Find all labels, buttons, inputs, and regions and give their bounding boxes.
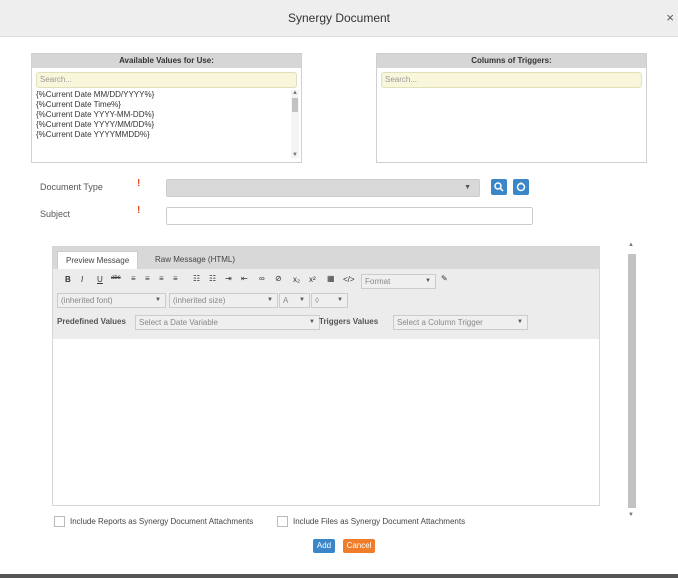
include-files-label: Include Files as Synergy Document Attach… <box>293 517 466 526</box>
tab-raw-message[interactable]: Raw Message (HTML) <box>147 251 243 269</box>
chevron-down-icon: ▼ <box>337 297 343 303</box>
triggers-values-placeholder: Select a Column Trigger <box>397 318 483 327</box>
columns-of-triggers-search-input[interactable]: Search... <box>381 72 642 88</box>
close-icon[interactable]: × <box>666 10 674 25</box>
font-size-select-label: (inherited size) <box>173 296 226 305</box>
align-justify-icon[interactable]: ≡ <box>173 274 178 283</box>
format-select[interactable]: Format ▼ <box>361 274 436 289</box>
document-type-label: Document Type <box>40 182 103 192</box>
list-item[interactable]: {%Current Date YYYYMMDD%} <box>36 130 289 140</box>
search-icon <box>494 182 504 192</box>
add-button[interactable]: Add <box>313 539 335 553</box>
align-right-icon[interactable]: ≡ <box>159 274 164 283</box>
list-item[interactable]: {%Current Date Time%} <box>36 100 289 110</box>
scroll-down-icon[interactable]: ▼ <box>628 512 634 518</box>
font-size-select[interactable]: (inherited size) ▼ <box>169 293 278 308</box>
font-family-select[interactable]: (inherited font) ▼ <box>57 293 166 308</box>
title-bar: Synergy Document × <box>0 0 678 37</box>
editor-content-area[interactable] <box>53 339 599 505</box>
font-color-label: A <box>283 296 289 305</box>
editor-tabs: Preview Message Raw Message (HTML) <box>53 247 599 270</box>
clear-formatting-icon[interactable]: ✎ <box>441 274 448 283</box>
predefined-values-placeholder: Select a Date Variable <box>139 318 219 327</box>
required-icon: ! <box>137 205 141 216</box>
editor-toolbar: B I U abc ≡ ≡ ≡ ≡ ☷ ☷ ⇥ ⇤ ∞ ⊘ x₂ x² ▦ </… <box>53 269 599 339</box>
link-icon[interactable]: ∞ <box>259 274 265 283</box>
chevron-down-icon: ▼ <box>464 184 471 191</box>
bold-button[interactable]: B <box>65 275 71 284</box>
background-color-select[interactable]: ◊ ▼ <box>311 293 348 308</box>
available-values-list: {%Current Date MM/DD/YYYY%} {%Current Da… <box>36 90 289 158</box>
scroll-thumb[interactable] <box>292 98 298 112</box>
predefined-values-label: Predefined Values <box>57 317 126 326</box>
align-left-icon[interactable]: ≡ <box>131 274 136 283</box>
font-color-select[interactable]: A ▼ <box>279 293 310 308</box>
font-family-select-label: (inherited font) <box>61 296 113 305</box>
chevron-down-icon: ▼ <box>267 297 273 303</box>
document-type-select[interactable]: ▼ <box>166 179 480 197</box>
chevron-down-icon: ▼ <box>517 319 523 325</box>
refresh-icon <box>516 182 526 192</box>
search-button[interactable] <box>491 179 507 195</box>
subject-input[interactable] <box>166 207 533 225</box>
subscript-button[interactable]: x₂ <box>293 275 300 284</box>
message-editor: Preview Message Raw Message (HTML) B I U… <box>52 246 600 506</box>
html-source-button[interactable]: </> <box>343 275 355 284</box>
required-icon: ! <box>137 178 141 189</box>
scroll-down-icon[interactable]: ▼ <box>292 152 298 158</box>
include-reports-checkbox[interactable] <box>54 516 65 527</box>
list-item[interactable]: {%Current Date YYYY/MM/DD%} <box>36 120 289 130</box>
content-scrollbar[interactable]: ▲ ▼ <box>626 242 636 526</box>
italic-button[interactable]: I <box>81 275 83 284</box>
indent-icon[interactable]: ⇥ <box>225 274 232 283</box>
scroll-up-icon[interactable]: ▲ <box>292 90 298 96</box>
scroll-thumb[interactable] <box>628 254 636 508</box>
triggers-values-label: Triggers Values <box>319 317 379 326</box>
available-values-panel: Available Values for Use: Search... {%Cu… <box>31 53 302 163</box>
superscript-button[interactable]: x² <box>309 275 316 284</box>
columns-of-triggers-panel: Columns of Triggers: Search... <box>376 53 647 163</box>
paint-bucket-icon: ◊ <box>315 296 319 305</box>
align-center-icon[interactable]: ≡ <box>145 274 150 283</box>
bulleted-list-icon[interactable]: ☷ <box>193 274 200 283</box>
chevron-down-icon: ▼ <box>299 297 305 303</box>
unlink-icon[interactable]: ⊘ <box>275 274 282 283</box>
chevron-down-icon: ▼ <box>155 297 161 303</box>
predefined-values-select[interactable]: Select a Date Variable ▼ <box>135 315 320 330</box>
format-select-label: Format <box>365 277 391 286</box>
outdent-icon[interactable]: ⇤ <box>241 274 248 283</box>
available-values-scrollbar[interactable]: ▲ ▼ <box>291 90 299 158</box>
table-icon[interactable]: ▦ <box>327 274 335 283</box>
strikethrough-button[interactable]: abc <box>111 275 121 281</box>
chevron-down-icon: ▼ <box>425 278 431 284</box>
columns-of-triggers-header: Columns of Triggers: <box>377 54 646 68</box>
window-title: Synergy Document <box>287 11 391 25</box>
available-values-search-input[interactable]: Search... <box>36 72 297 88</box>
tab-preview-message[interactable]: Preview Message <box>57 251 139 270</box>
subject-label: Subject <box>40 209 71 219</box>
triggers-values-select[interactable]: Select a Column Trigger ▼ <box>393 315 528 330</box>
include-files-checkbox[interactable] <box>277 516 288 527</box>
cancel-button[interactable]: Cancel <box>343 539 375 553</box>
underline-button[interactable]: U <box>97 275 103 284</box>
refresh-button[interactable] <box>513 179 529 195</box>
scroll-up-icon[interactable]: ▲ <box>628 242 634 248</box>
chevron-down-icon: ▼ <box>309 319 315 325</box>
include-reports-label: Include Reports as Synergy Document Atta… <box>70 517 254 526</box>
list-item[interactable]: {%Current Date YYYY-MM-DD%} <box>36 110 289 120</box>
available-values-header: Available Values for Use: <box>32 54 301 68</box>
bottom-border <box>0 574 678 578</box>
list-item[interactable]: {%Current Date MM/DD/YYYY%} <box>36 90 289 100</box>
numbered-list-icon[interactable]: ☷ <box>209 274 216 283</box>
